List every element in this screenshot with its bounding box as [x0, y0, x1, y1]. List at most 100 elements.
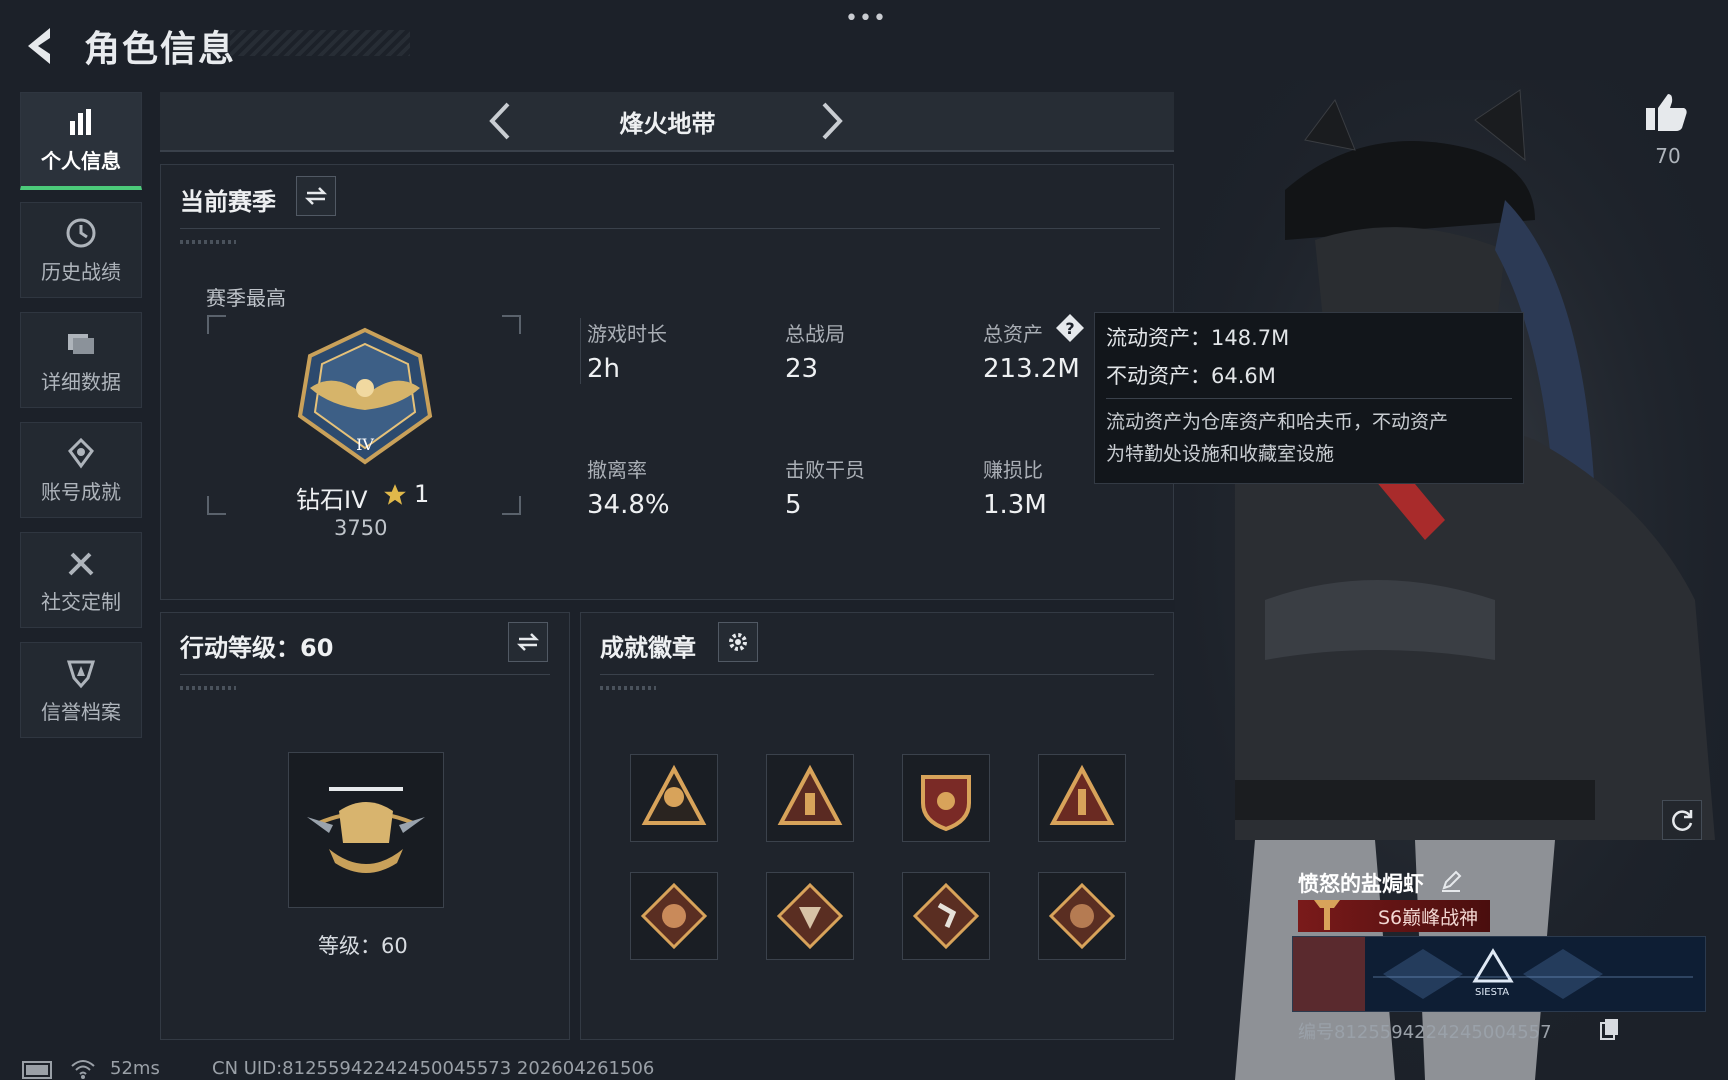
- star-icon: [384, 484, 406, 505]
- stat-label: 总战局: [785, 322, 845, 346]
- stat-label: 赚损比: [983, 458, 1043, 482]
- banner-art: [1293, 937, 1705, 1011]
- wolf-badge[interactable]: [766, 872, 854, 960]
- bar-chart-icon: [70, 109, 91, 135]
- refresh-icon: [1672, 810, 1693, 831]
- level-emblem-frame: [288, 752, 444, 908]
- banner-brand: SIESTA: [1475, 987, 1510, 998]
- triangle-badge[interactable]: [766, 754, 854, 842]
- wifi-icon: [71, 1060, 95, 1079]
- stat-value: 23: [785, 354, 819, 384]
- stat-label: 撤离率: [587, 458, 647, 482]
- divider: [180, 674, 550, 675]
- tooltip-note-line1: 流动资产为仓库资产和哈夫币，不动资产: [1106, 411, 1449, 433]
- diamond-rank-emblem-icon: IV: [297, 327, 433, 465]
- sidebar-item-social-custom[interactable]: 社交定制: [20, 532, 142, 628]
- stat-value: 2h: [587, 354, 621, 384]
- stat-value: 213.2M: [983, 354, 1080, 384]
- stat-label: 总资产: [983, 322, 1043, 346]
- triangle-badge-icon: [777, 764, 843, 825]
- folder-icon: [68, 333, 94, 354]
- swap-icon: [516, 633, 540, 651]
- level-text: 等级：60: [318, 934, 408, 958]
- stat-label: 游戏时长: [587, 322, 667, 346]
- chevron-left-icon[interactable]: [484, 100, 514, 142]
- wolf-badge-icon: [776, 882, 844, 950]
- footer-uid: CN UID:81255942242450045573 202604261506: [212, 1058, 655, 1079]
- copy-icon[interactable]: [1600, 1018, 1620, 1040]
- season-section-title: 当前赛季: [180, 188, 276, 216]
- back-arrow-icon[interactable]: [22, 24, 62, 68]
- s4-triangle-badge[interactable]: [630, 754, 718, 842]
- divider-ticks: [600, 686, 656, 690]
- more-options-icon[interactable]: •••: [845, 6, 887, 31]
- player-title: S6巅峰战神: [1378, 907, 1479, 929]
- shield-stars-badge[interactable]: [902, 754, 990, 842]
- badges-section-title: 成就徽章: [600, 634, 696, 662]
- action-level-title: 行动等级：60: [180, 634, 334, 662]
- sidebar-item-achievements[interactable]: 账号成就: [20, 422, 142, 518]
- page-title: 角色信息: [84, 29, 237, 70]
- runner-badge[interactable]: [902, 872, 990, 960]
- rank-name: 钻石IV: [296, 486, 368, 514]
- help-icon[interactable]: ?: [1054, 312, 1086, 344]
- sidebar-item-label: 信誉档案: [41, 699, 121, 724]
- sidebar-item-personal-info[interactable]: 个人信息: [20, 92, 142, 190]
- stat-value: 1.3M: [983, 490, 1047, 520]
- title-emblem-icon: [1314, 900, 1340, 930]
- gear-icon: [729, 633, 747, 651]
- rank-one-badge-icon: [1049, 764, 1115, 825]
- divider: [600, 674, 1154, 675]
- dragon-badge-icon: [1048, 882, 1116, 950]
- liquid-assets: 流动资产：148.7M: [1106, 326, 1290, 350]
- sidebar-item-label: 个人信息: [41, 149, 121, 173]
- title-decoration: [230, 30, 410, 56]
- stat-value: 5: [785, 490, 802, 520]
- like-count: 70: [1655, 144, 1681, 168]
- dragon-badge[interactable]: [630, 872, 718, 960]
- stat-label: 击败干员: [785, 458, 865, 482]
- tooltip-note-line2: 为特勤处设施和收藏室设施: [1106, 443, 1335, 465]
- sidebar-item-credit[interactable]: 信誉档案: [20, 642, 142, 738]
- divider: [180, 228, 1160, 229]
- badges-settings-button[interactable]: [718, 622, 758, 662]
- credit-icon: [66, 660, 96, 688]
- edit-icon[interactable]: [1440, 870, 1462, 892]
- sidebar-item-label: 账号成就: [41, 479, 121, 504]
- helicopter-emblem-icon: [307, 787, 425, 873]
- sidebar-item-label: 社交定制: [41, 589, 121, 614]
- history-icon: [66, 218, 96, 247]
- divider-ticks: [180, 686, 236, 690]
- dragon-badge-icon: [640, 882, 708, 950]
- sidebar-item-history[interactable]: 历史战绩: [20, 202, 142, 298]
- s4-badge-icon: [641, 764, 707, 825]
- sidebar-item-label: 历史战绩: [41, 259, 121, 284]
- dragon-badge-2[interactable]: [1038, 872, 1126, 960]
- action-level-switch-button[interactable]: [508, 622, 548, 662]
- mode-title: 烽火地带: [619, 110, 716, 138]
- tooltip-divider: [1106, 398, 1512, 399]
- divider-ticks: [180, 240, 236, 244]
- profile-banner: SIESTA: [1292, 936, 1706, 1012]
- tools-icon: [68, 552, 94, 575]
- rank-one-badge[interactable]: [1038, 754, 1126, 842]
- swap-icon: [304, 187, 328, 205]
- player-uid: 编号8125594224245004557: [1298, 1022, 1552, 1043]
- sidebar-item-detail-data[interactable]: 详细数据: [20, 312, 142, 408]
- runner-badge-icon: [912, 882, 980, 950]
- rotate-model-button[interactable]: [1662, 800, 1702, 840]
- achievement-icon: [68, 437, 94, 469]
- rank-stars: 1: [414, 480, 430, 508]
- battery-icon: [22, 1061, 52, 1079]
- season-best-label: 赛季最高: [206, 286, 286, 310]
- chevron-right-icon[interactable]: [818, 100, 848, 142]
- shield-badge-icon: [921, 775, 971, 832]
- player-name: 愤怒的盐焗虾: [1298, 872, 1424, 896]
- season-switch-button[interactable]: [296, 176, 336, 216]
- svg-text:?: ?: [1065, 319, 1074, 338]
- stat-value: 34.8%: [587, 490, 670, 520]
- thumbs-up-icon[interactable]: [1642, 88, 1690, 136]
- stat-divider: [580, 318, 581, 384]
- svg-text:IV: IV: [356, 435, 374, 454]
- network-ping: 52ms: [110, 1058, 160, 1079]
